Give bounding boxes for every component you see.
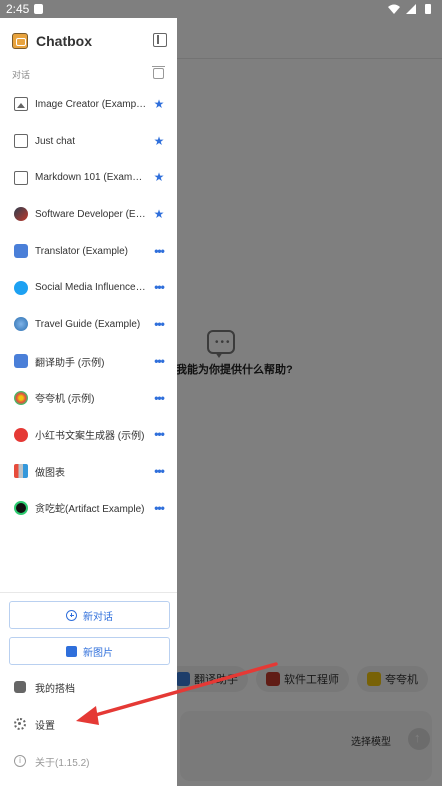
about-menu-item[interactable]: i 关于(1.15.2) (14, 752, 89, 770)
globe-avatar-icon (14, 317, 28, 332)
notification-icon (34, 4, 43, 14)
conversation-item[interactable]: 夸夸机 (示例) ••• (0, 380, 177, 417)
conversation-title: 小红书文案生成器 (示例) (35, 431, 145, 443)
confetti-avatar-icon (14, 390, 28, 405)
conversation-title: 夸夸机 (示例) (35, 394, 95, 406)
developer-avatar-icon (14, 207, 28, 222)
my-copilots-menu-item[interactable]: 我的搭档 (14, 678, 75, 696)
star-icon[interactable]: ★ (152, 207, 166, 221)
gear-icon (14, 718, 26, 730)
trash-icon[interactable] (152, 66, 165, 79)
settings-label: 设置 (35, 720, 55, 732)
add-circle-icon (66, 609, 77, 621)
conversations-label: 对话 (12, 70, 31, 80)
more-options-icon[interactable]: ••• (152, 244, 166, 258)
more-options-icon[interactable]: ••• (152, 391, 166, 405)
chart-avatar-icon (14, 464, 28, 479)
conversation-item[interactable]: Social Media Influencer (Example) ••• (0, 269, 177, 306)
new-image-button[interactable]: 新图片 (9, 637, 170, 665)
more-options-icon[interactable]: ••• (152, 464, 166, 478)
conversation-item[interactable]: 小红书文案生成器 (示例) ••• (0, 416, 177, 453)
new-chat-button[interactable]: 新对话 (9, 601, 170, 629)
xiaohongshu-avatar-icon (14, 427, 28, 442)
about-label: 关于(1.15.2) (35, 757, 90, 769)
my-copilots-label: 我的搭档 (35, 683, 75, 695)
star-icon[interactable]: ★ (152, 170, 166, 184)
wifi-icon (388, 4, 400, 14)
conversation-item[interactable]: Translator (Example) ••• (0, 233, 177, 270)
image-icon (14, 97, 28, 112)
conversation-item[interactable]: 做图表 ••• (0, 453, 177, 490)
battery-icon (425, 4, 431, 14)
collapse-sidebar-icon[interactable] (153, 33, 167, 47)
conversation-item[interactable]: Markdown 101 (Example) ★ (0, 159, 177, 196)
robot-icon (14, 681, 26, 693)
conversation-title: Markdown 101 (Example) (35, 172, 147, 184)
conversation-item[interactable]: 贪吃蛇(Artifact Example) ••• (0, 490, 177, 527)
conversation-title: Software Developer (Example) (35, 208, 147, 220)
conversation-item[interactable]: Just chat ★ (0, 123, 177, 160)
app-title: Chatbox (36, 33, 92, 49)
more-options-icon[interactable]: ••• (152, 317, 166, 331)
chat-bubble-icon (14, 134, 28, 149)
conversation-title: Social Media Influencer (Example) (35, 282, 147, 294)
conversation-title: 翻译助手 (示例) (35, 357, 105, 369)
conversation-item[interactable]: Software Developer (Example) ★ (0, 196, 177, 233)
conversation-item[interactable]: Travel Guide (Example) ••• (0, 306, 177, 343)
info-icon: i (14, 755, 26, 767)
twitter-avatar-icon (14, 280, 28, 295)
more-options-icon[interactable]: ••• (152, 280, 166, 294)
conversation-title: Travel Guide (Example) (35, 318, 141, 330)
settings-menu-item[interactable]: 设置 (14, 715, 55, 733)
more-options-icon[interactable]: ••• (152, 354, 166, 368)
conversation-title: 做图表 (35, 467, 65, 479)
add-image-icon (66, 645, 77, 657)
conversation-title: Translator (Example) (35, 245, 128, 257)
translator-avatar-icon (14, 354, 28, 369)
signal-icon (406, 4, 416, 14)
star-icon[interactable]: ★ (152, 134, 166, 148)
new-chat-label: 新对话 (83, 611, 113, 623)
chat-bubble-icon (14, 170, 28, 185)
conversation-title: 贪吃蛇(Artifact Example) (35, 504, 145, 516)
more-options-icon[interactable]: ••• (152, 427, 166, 441)
conversation-item[interactable]: 翻译助手 (示例) ••• (0, 343, 177, 380)
chatbox-logo-icon (12, 33, 28, 49)
translator-avatar-icon (14, 244, 28, 259)
conversation-list: Image Creator (Example) ★ Just chat ★ Ma… (0, 86, 177, 526)
conversation-item[interactable]: Image Creator (Example) ★ (0, 86, 177, 123)
more-options-icon[interactable]: ••• (152, 501, 166, 515)
conversation-title: Just chat (35, 135, 76, 147)
sidebar-drawer: Chatbox 对话 Image Creator (Example) ★ Jus… (0, 18, 177, 786)
status-time: 2:45 (6, 2, 30, 16)
conversation-title: Image Creator (Example) (35, 98, 147, 110)
snake-avatar-icon (14, 500, 28, 515)
system-icons (388, 3, 434, 15)
sidebar-divider (0, 592, 177, 593)
sidebar-header: Chatbox (12, 31, 167, 51)
star-icon[interactable]: ★ (152, 97, 166, 111)
status-bar: 2:45 (0, 0, 442, 18)
new-image-label: 新图片 (83, 647, 113, 659)
